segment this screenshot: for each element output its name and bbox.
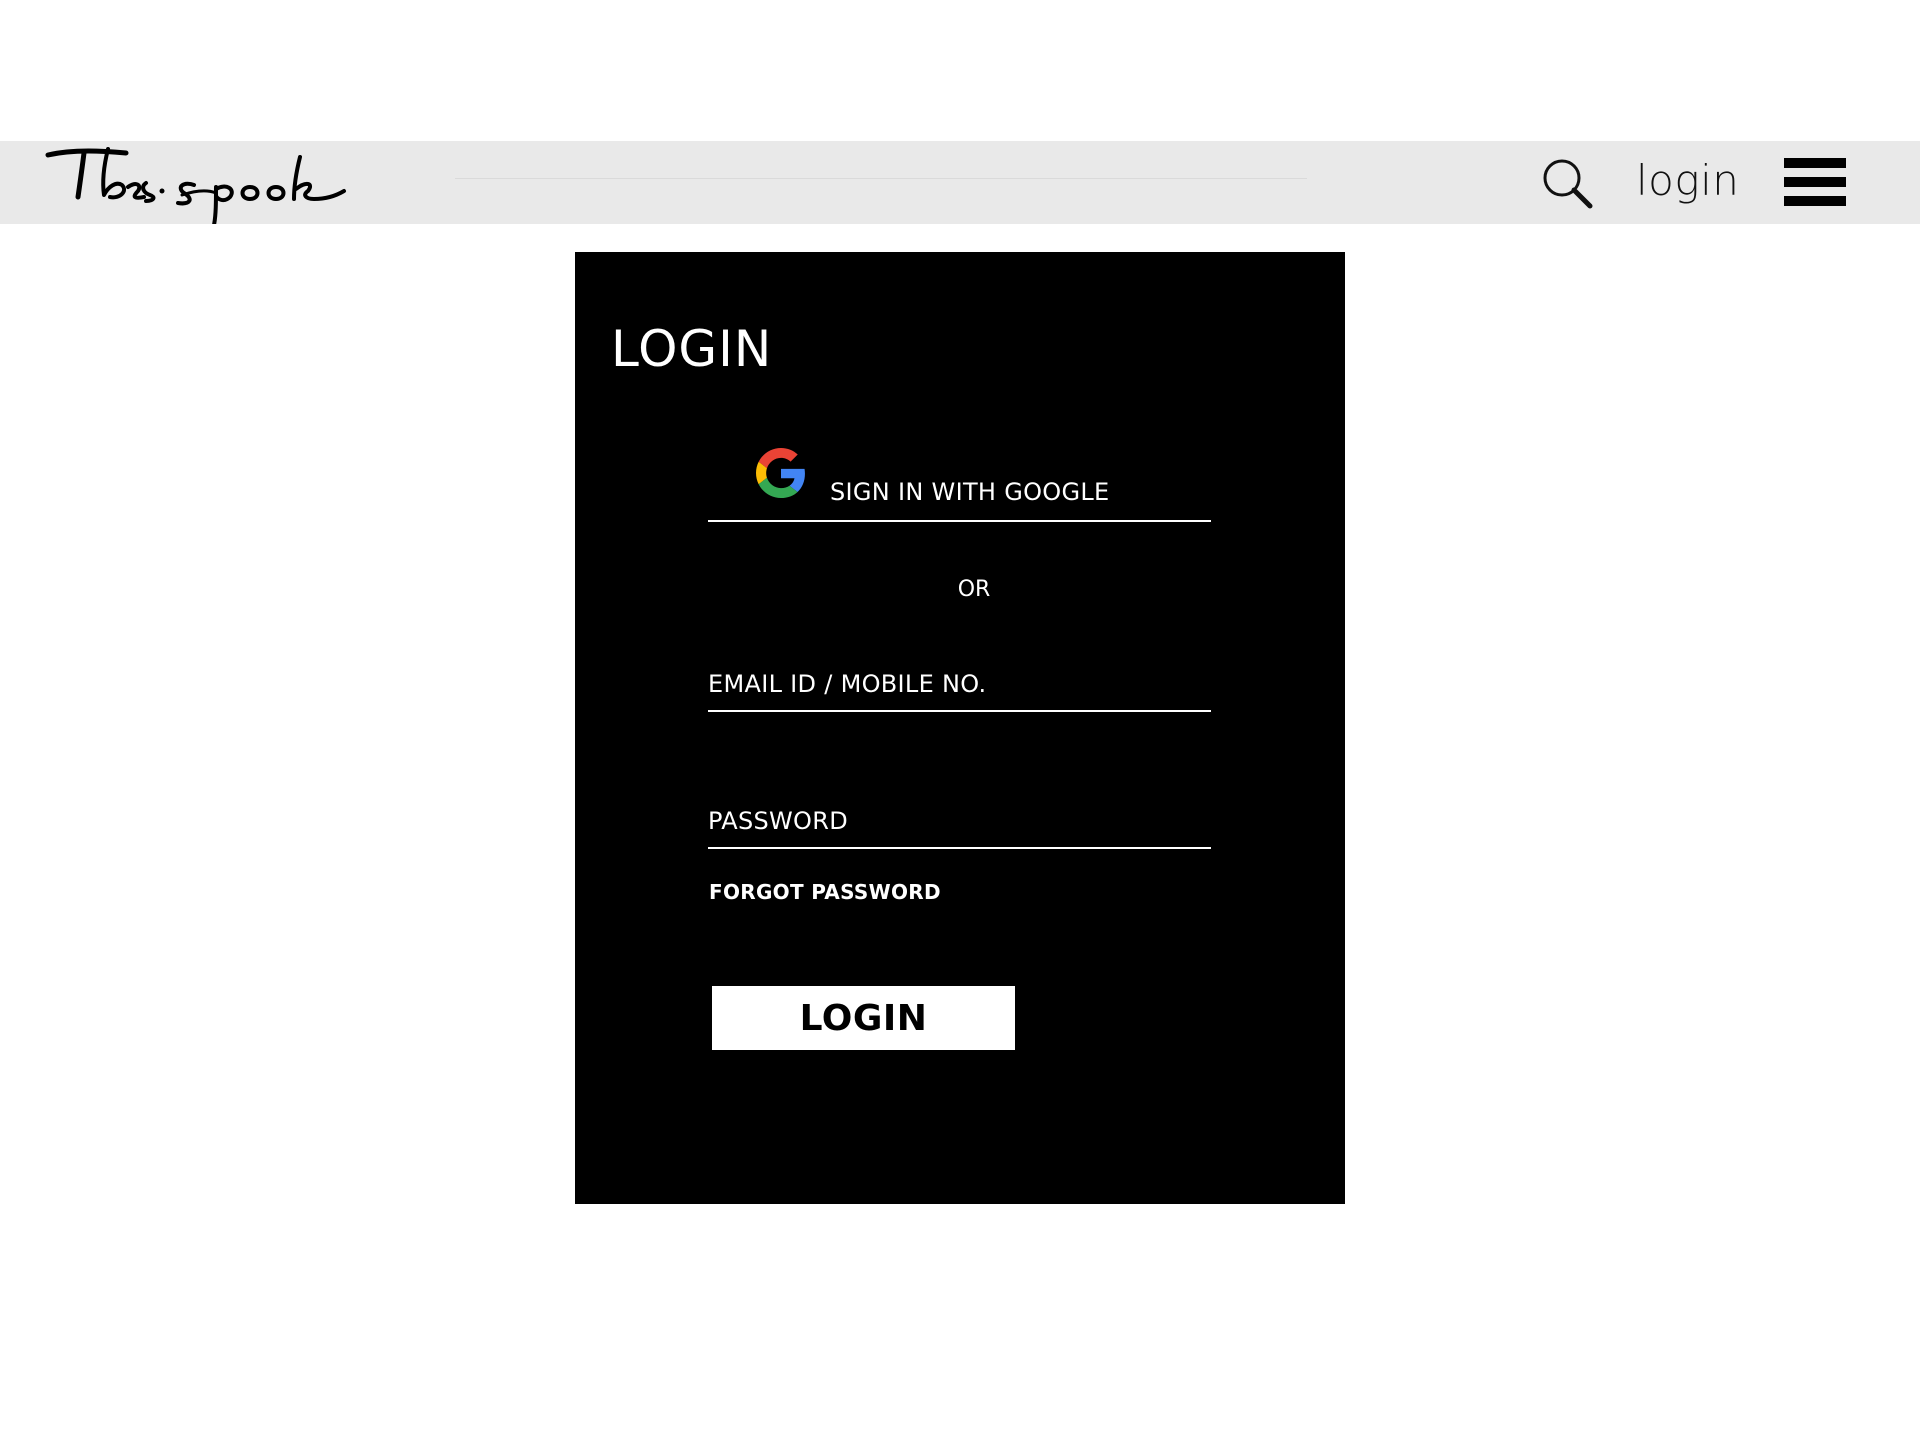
login-title: LOGIN	[611, 320, 773, 378]
site-header: login	[0, 141, 1920, 224]
hamburger-menu-icon-bar	[1784, 158, 1846, 168]
or-separator: OR	[957, 577, 991, 602]
hamburger-menu-icon-bar	[1784, 196, 1846, 206]
forgot-password-link[interactable]: FORGOT PASSWORD	[709, 880, 941, 904]
hamburger-menu-button[interactable]	[1784, 158, 1846, 206]
email-mobile-input[interactable]	[708, 666, 1211, 702]
header-divider	[455, 178, 1307, 179]
email-field-wrapper	[708, 652, 1211, 712]
google-signin-label: SIGN IN WITH GOOGLE	[830, 478, 1110, 506]
hamburger-menu-icon-bar	[1784, 177, 1846, 187]
search-icon	[1543, 159, 1593, 209]
login-submit-button[interactable]: LOGIN	[712, 986, 1015, 1050]
password-input[interactable]	[708, 803, 1211, 839]
site-logo[interactable]	[44, 141, 354, 224]
search-button[interactable]	[1540, 156, 1596, 212]
google-logo-icon	[756, 448, 805, 498]
login-panel: LOGIN SIGN IN WITH GOOGLE OR FORGOT PASS…	[575, 252, 1345, 1204]
google-signin-button[interactable]: SIGN IN WITH GOOGLE	[708, 448, 1211, 522]
header-login-link[interactable]: login	[1636, 156, 1739, 206]
password-field-wrapper	[708, 789, 1211, 849]
